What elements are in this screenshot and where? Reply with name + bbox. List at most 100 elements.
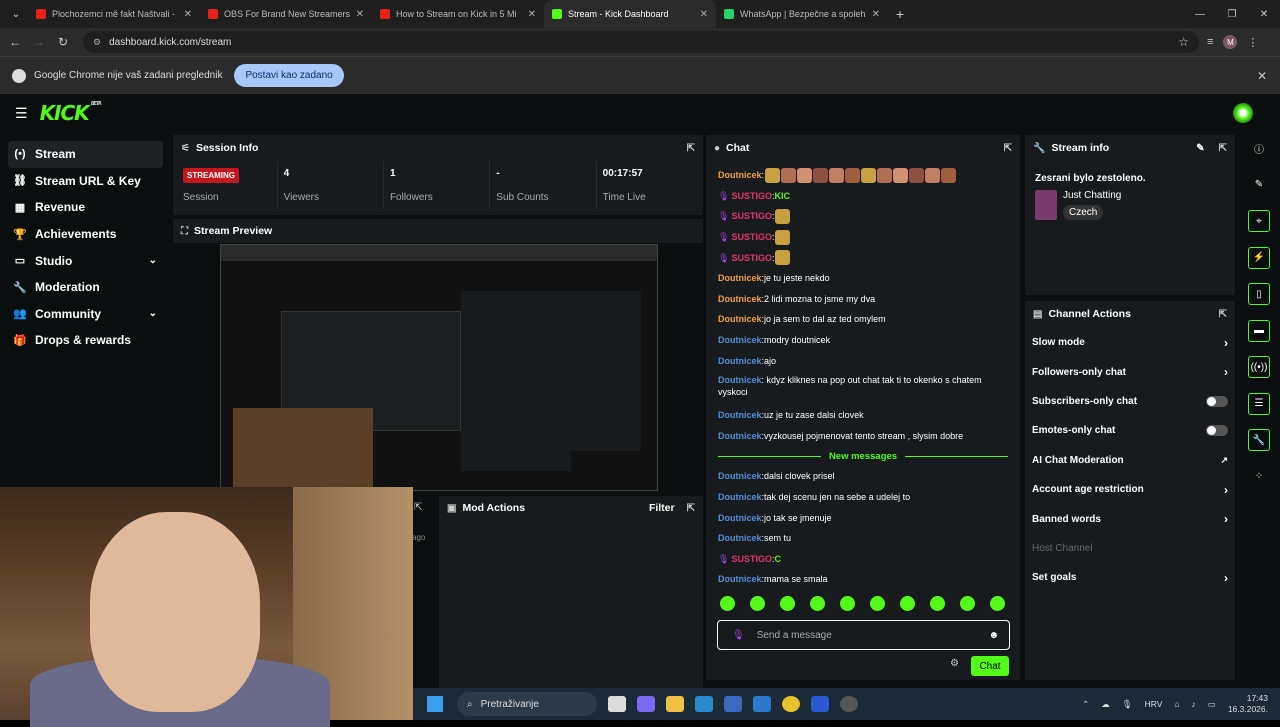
chat-username[interactable]: Doutnicek xyxy=(718,532,762,544)
stream-preview-video[interactable] xyxy=(220,244,658,491)
restore-icon[interactable]: ❐ xyxy=(1216,0,1248,28)
chat-username[interactable]: Doutnicek xyxy=(718,491,762,503)
chat-username[interactable]: Doutnicek xyxy=(718,334,762,346)
start-icon[interactable] xyxy=(427,696,443,712)
pencil-icon[interactable]: ✎ xyxy=(1248,174,1270,196)
channel-action-account-age-restriction[interactable]: Account age restriction › xyxy=(1025,475,1235,504)
popout-icon[interactable]: ⇱ xyxy=(1004,143,1012,154)
channel-action-emotes-only-chat[interactable]: Emotes-only chat xyxy=(1025,416,1235,445)
category-name[interactable]: Just Chatting xyxy=(1063,190,1121,201)
emote-icon[interactable] xyxy=(750,595,765,611)
chevron-right-icon[interactable]: › xyxy=(1224,365,1228,379)
clock[interactable]: 17:43 16.3.2026. xyxy=(1228,693,1268,715)
chat-username[interactable]: Doutnicek xyxy=(718,470,762,482)
store-icon[interactable] xyxy=(724,696,742,712)
chat-settings-icon[interactable]: ⚙ xyxy=(950,658,959,669)
kick-logo[interactable]: KICK BETA xyxy=(40,101,102,125)
channel-action-banned-words[interactable]: Banned words › xyxy=(1025,504,1235,533)
chat-username[interactable]: SUSTIGO xyxy=(731,553,772,565)
file-explorer-icon[interactable] xyxy=(666,696,684,712)
sidebar-item-drops-rewards[interactable]: 🎁 Drops & rewards xyxy=(8,327,163,354)
new-tab-button[interactable]: + xyxy=(888,6,912,22)
chrome-taskbar-icon[interactable] xyxy=(782,696,800,712)
reload-icon[interactable]: ↻ xyxy=(51,35,75,49)
popout-icon[interactable]: ⇱ xyxy=(687,503,695,514)
outlook-icon[interactable] xyxy=(753,696,771,712)
chat-username[interactable]: Doutnicek xyxy=(718,512,762,524)
apps-icon[interactable]: ⁘ xyxy=(1248,466,1270,488)
emoji-picker-icon[interactable]: ☻ xyxy=(988,630,999,641)
microphone-icon[interactable]: 🎙 xyxy=(1122,699,1133,710)
back-icon[interactable]: ← xyxy=(3,35,27,49)
taskbar-search[interactable]: ⌕ Pretraživanje xyxy=(457,692,597,716)
site-info-icon[interactable]: ⚙ xyxy=(93,37,101,48)
copilot-icon[interactable] xyxy=(637,696,655,712)
sidebar-item-community[interactable]: 👥 Community ⌄ xyxy=(8,301,163,328)
emote-icon[interactable] xyxy=(780,595,795,611)
toggle-switch[interactable] xyxy=(1206,425,1228,437)
channel-action-ai-chat-moderation[interactable]: AI Chat Moderation ↗ xyxy=(1025,446,1235,475)
chat-username[interactable]: Doutnicek xyxy=(718,409,762,421)
emote-icon[interactable] xyxy=(870,595,885,611)
channel-action-subscribers-only-chat[interactable]: Subscribers-only chat xyxy=(1025,387,1235,416)
tab-search-dropdown[interactable]: ⌄ xyxy=(4,3,28,25)
network-icon[interactable]: ☁ xyxy=(1101,699,1110,710)
emote-icon[interactable] xyxy=(840,595,855,611)
infobar-close-icon[interactable]: ✕ xyxy=(1257,69,1267,83)
volume-icon[interactable]: ♪ xyxy=(1192,699,1196,709)
chevron-right-icon[interactable]: › xyxy=(1224,336,1228,350)
chat-bubble-icon[interactable]: ▬ xyxy=(1248,319,1270,342)
wrench-icon[interactable]: 🔧 xyxy=(1248,429,1270,451)
chat-username[interactable]: Doutnicek xyxy=(718,169,762,181)
lightning-icon[interactable]: ⚡ xyxy=(1248,246,1270,269)
emote-icon[interactable] xyxy=(960,595,975,611)
bookmark-star-icon[interactable]: ☆ xyxy=(1178,35,1189,49)
chevron-right-icon[interactable]: › xyxy=(1224,512,1228,526)
chat-username[interactable]: SUSTIGO xyxy=(731,210,772,222)
language-indicator[interactable]: HRV xyxy=(1145,699,1163,709)
info-icon[interactable]: ⓘ xyxy=(1248,137,1270,159)
tray-chevron-icon[interactable]: ⌃ xyxy=(1082,699,1089,710)
chevron-right-icon[interactable]: › xyxy=(1224,571,1228,585)
chat-username[interactable]: SUSTIGO xyxy=(731,190,772,202)
edit-icon[interactable]: ✎ xyxy=(1196,143,1204,154)
tab-close-icon[interactable]: ✕ xyxy=(872,9,880,20)
minimize-icon[interactable]: — xyxy=(1184,0,1216,28)
chat-username[interactable]: Doutnicek xyxy=(718,313,762,325)
tab-close-icon[interactable]: ✕ xyxy=(356,9,364,20)
focus-icon[interactable]: ⌖ xyxy=(1248,210,1270,232)
channel-action-slow-mode[interactable]: Slow mode › xyxy=(1025,328,1235,357)
popout-icon-left[interactable]: ⇱ xyxy=(414,502,422,513)
channel-action-set-goals[interactable]: Set goals › xyxy=(1025,563,1235,592)
sidebar-item-revenue[interactable]: ▦ Revenue xyxy=(8,194,163,221)
filter-button[interactable]: Filter xyxy=(649,502,675,514)
chat-username[interactable]: Doutnicek xyxy=(718,430,762,442)
popout-icon[interactable]: ⇱ xyxy=(1219,309,1227,320)
toggle-switch[interactable] xyxy=(1206,395,1228,407)
chat-username[interactable]: Doutnicek xyxy=(718,355,762,367)
battery-icon[interactable]: ▭ xyxy=(1208,699,1216,710)
obs-icon[interactable] xyxy=(840,696,858,712)
chat-username[interactable]: Doutnicek xyxy=(718,293,762,305)
set-default-button[interactable]: Postavi kao zadano xyxy=(234,64,344,87)
browser-tab[interactable]: Stream - Kick Dashboard ✕ xyxy=(544,0,716,28)
emote-icon[interactable] xyxy=(900,595,915,611)
sidebar-item-moderation[interactable]: 🔧 Moderation xyxy=(8,274,163,301)
chat-username[interactable]: Doutnicek xyxy=(718,573,762,585)
chat-username[interactable]: SUSTIGO xyxy=(731,252,772,264)
forward-icon[interactable]: → xyxy=(27,35,51,49)
layout-icon[interactable]: ☰ xyxy=(1248,392,1270,415)
sidebar-item-studio[interactable]: ▭ Studio ⌄ xyxy=(8,247,163,274)
note-icon[interactable]: ▯ xyxy=(1248,283,1270,305)
app-icon[interactable] xyxy=(811,696,829,712)
chat-username[interactable]: SUSTIGO xyxy=(731,231,772,243)
emote-icon[interactable] xyxy=(990,595,1005,611)
browser-tab[interactable]: Plochozemci mě fakt Naštvali - ✕ xyxy=(28,0,200,28)
profile-avatar[interactable]: M xyxy=(1223,35,1238,49)
tab-close-icon[interactable]: ✕ xyxy=(700,9,708,20)
sidebar-item-stream[interactable]: (•) Stream xyxy=(8,141,163,168)
sidebar-item-achievements[interactable]: 🏆 Achievements xyxy=(8,221,163,248)
popout-icon[interactable]: ⇱ xyxy=(1219,143,1227,154)
chevron-right-icon[interactable]: › xyxy=(1224,483,1228,497)
external-link-icon[interactable]: ↗ xyxy=(1220,455,1228,466)
